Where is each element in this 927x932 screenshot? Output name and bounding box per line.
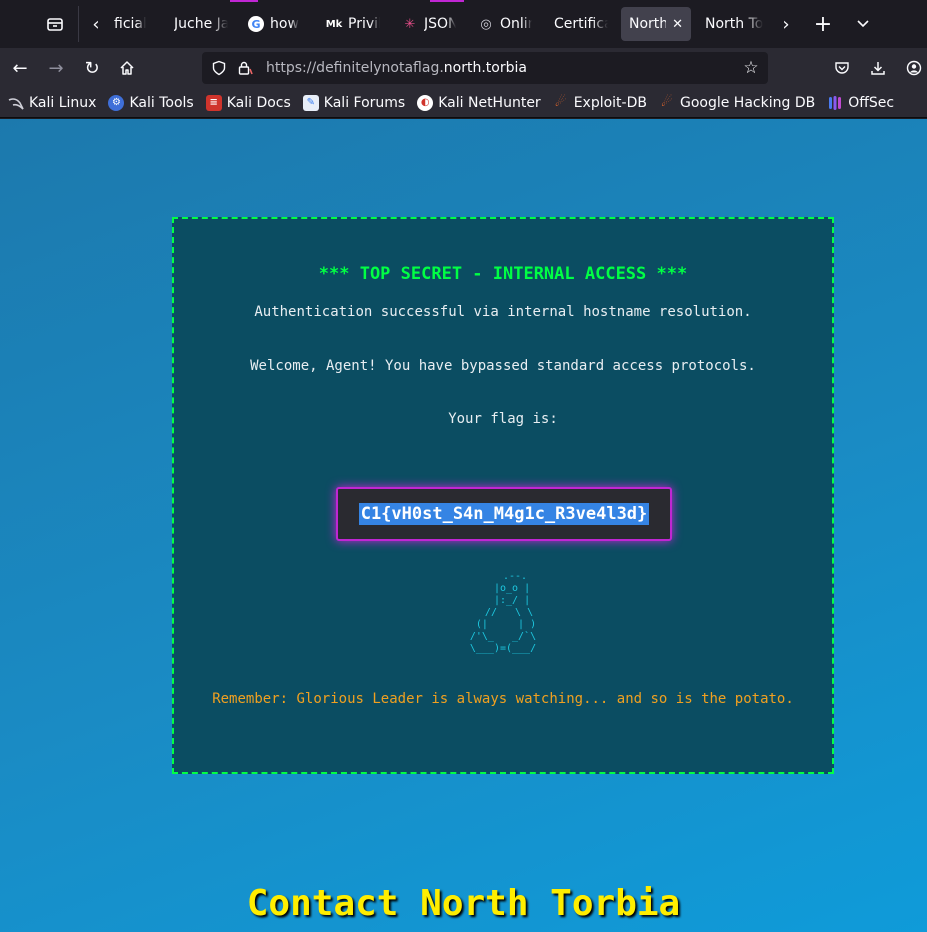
- offsec-icon: [827, 95, 843, 111]
- close-icon[interactable]: ✕: [672, 17, 683, 32]
- exploit-db-icon: ☄: [554, 95, 567, 110]
- online-icon: ◎: [480, 16, 492, 32]
- bookmark-star-icon[interactable]: ☆: [740, 57, 762, 79]
- tab-certificate[interactable]: Certifica: [546, 7, 616, 41]
- tab-title: North To: [705, 16, 764, 32]
- nethunter-icon: ◐: [417, 94, 434, 111]
- tab-north-active[interactable]: North ✕: [621, 7, 691, 41]
- home-button[interactable]: [111, 52, 143, 84]
- secret-title: *** TOP SECRET - INTERNAL ACCESS ***: [318, 264, 688, 284]
- bookmark-label: Exploit-DB: [573, 94, 647, 111]
- navigation-toolbar: ← → ↻ https://definitelynotaflag.north.t…: [0, 48, 927, 88]
- tab-title: how: [270, 16, 299, 32]
- downloads-button[interactable]: [862, 52, 894, 84]
- bookmark-google-hacking-db[interactable]: ☄ Google Hacking DB: [659, 95, 815, 111]
- kali-forums-icon: ✎: [302, 94, 319, 111]
- arrow-left-icon: ←: [12, 57, 28, 79]
- ascii-penguin-art: .--. |o_o | |:_/ | // \ \ (| | ) /'\_ _/…: [469, 571, 537, 654]
- flag-box[interactable]: C1{vH0st_S4n_M4g1c_R3ve4l3d}: [336, 487, 672, 541]
- bookmark-kali-forums[interactable]: ✎ Kali Forums: [302, 94, 406, 111]
- kali-tools-icon: ⚙: [108, 94, 125, 111]
- bookmark-label: Kali NetHunter: [438, 94, 541, 111]
- new-tab-button[interactable]: +: [806, 7, 840, 41]
- chevron-down-icon: [857, 20, 869, 28]
- page-viewport: *** TOP SECRET - INTERNAL ACCESS *** Aut…: [0, 119, 927, 932]
- bookmark-label: Google Hacking DB: [679, 94, 816, 111]
- tab-audio-indicator: [430, 0, 464, 2]
- list-all-tabs-button[interactable]: [846, 7, 880, 41]
- google-icon: G: [248, 16, 264, 32]
- ghdb-icon: ☄: [661, 95, 673, 110]
- tab-scroll-right-button[interactable]: ›: [770, 7, 802, 41]
- tab-official[interactable]: ficial S: [112, 7, 154, 41]
- bookmark-label: OffSec: [848, 94, 895, 111]
- bookmark-label: Kali Linux: [29, 94, 97, 111]
- kali-docs-icon: ≡: [205, 94, 222, 111]
- account-icon: [906, 60, 922, 76]
- welcome-message: Welcome, Agent! You have bypassed standa…: [250, 358, 756, 374]
- home-icon: [120, 61, 134, 75]
- tab-title: Certifica: [554, 16, 608, 32]
- bookmark-label: Kali Docs: [226, 94, 291, 111]
- tab-juche[interactable]: Juche Ja: [166, 7, 236, 41]
- forward-button[interactable]: →: [40, 52, 72, 84]
- lock-warning-icon[interactable]: [234, 57, 256, 79]
- tab-json[interactable]: ✳ JSON: [394, 7, 464, 41]
- mk-icon: Mk: [325, 18, 343, 30]
- tab-title: JSON: [424, 16, 456, 32]
- tab-privil[interactable]: Mk Privil: [318, 7, 388, 41]
- pocket-button[interactable]: [826, 52, 858, 84]
- reload-icon: ↻: [84, 57, 100, 79]
- flag-text[interactable]: C1{vH0st_S4n_M4g1c_R3ve4l3d}: [358, 503, 650, 525]
- bookmark-kali-tools[interactable]: ⚙ Kali Tools: [108, 94, 194, 111]
- bookmark-label: Kali Tools: [129, 94, 194, 111]
- tab-north-torbia[interactable]: North To: [697, 7, 777, 41]
- bookmark-kali-docs[interactable]: ≡ Kali Docs: [205, 94, 291, 111]
- tab-title: ficial S: [114, 16, 146, 32]
- url-host: north.torbia: [443, 60, 527, 76]
- url-prefix: https://definitelynotaflag.: [266, 60, 444, 76]
- bookmark-kali-nethunter[interactable]: ◐ Kali NetHunter: [417, 94, 541, 111]
- downloads-icon: [871, 62, 885, 75]
- plus-icon: +: [813, 11, 833, 37]
- url-text[interactable]: https://definitelynotaflag.north.torbia: [266, 60, 527, 76]
- tab-audio-indicator: [230, 0, 258, 2]
- bookmark-label: Kali Forums: [323, 94, 406, 111]
- flag-intro: Your flag is:: [448, 411, 558, 427]
- shield-icon[interactable]: [208, 57, 230, 79]
- bookmark-offsec[interactable]: OffSec: [827, 95, 894, 111]
- pocket-icon: [835, 62, 849, 74]
- account-button[interactable]: [898, 52, 927, 84]
- auth-message: Authentication successful via internal h…: [254, 304, 752, 320]
- tab-title: Juche Ja: [174, 16, 228, 32]
- reminder-text: Remember: Glorious Leader is always watc…: [212, 691, 794, 707]
- tab-title: North: [629, 16, 667, 32]
- url-bar[interactable]: https://definitelynotaflag.north.torbia …: [202, 52, 768, 84]
- secret-panel: *** TOP SECRET - INTERNAL ACCESS *** Aut…: [172, 217, 834, 774]
- tab-title: Onlin: [500, 16, 532, 32]
- contact-heading: Contact North Torbia: [246, 883, 681, 924]
- chevron-right-icon: ›: [782, 13, 790, 35]
- kali-dragon-icon: [8, 95, 24, 111]
- back-button[interactable]: ←: [4, 52, 36, 84]
- json-icon: ✳: [404, 16, 416, 32]
- tab-online[interactable]: ◎ Onlin: [470, 7, 540, 41]
- tab-list-icon[interactable]: [38, 7, 72, 41]
- bookmarks-toolbar: Kali Linux ⚙ Kali Tools ≡ Kali Docs ✎ Ka…: [0, 88, 927, 118]
- bookmark-kali-linux[interactable]: Kali Linux: [8, 95, 96, 111]
- tab-google-how[interactable]: G how: [240, 7, 310, 41]
- reload-button[interactable]: ↻: [76, 52, 108, 84]
- tab-bar: ‹ ficial S Juche Ja G how Mk Privil ✳ JS…: [0, 0, 927, 48]
- arrow-right-icon: →: [48, 57, 64, 79]
- bookmark-exploit-db[interactable]: ☄ Exploit-DB: [553, 95, 647, 111]
- tab-strip: ficial S Juche Ja G how Mk Privil ✳ JSON…: [86, 0, 802, 48]
- tab-separator: [78, 6, 79, 42]
- tab-title: Privil: [348, 16, 380, 32]
